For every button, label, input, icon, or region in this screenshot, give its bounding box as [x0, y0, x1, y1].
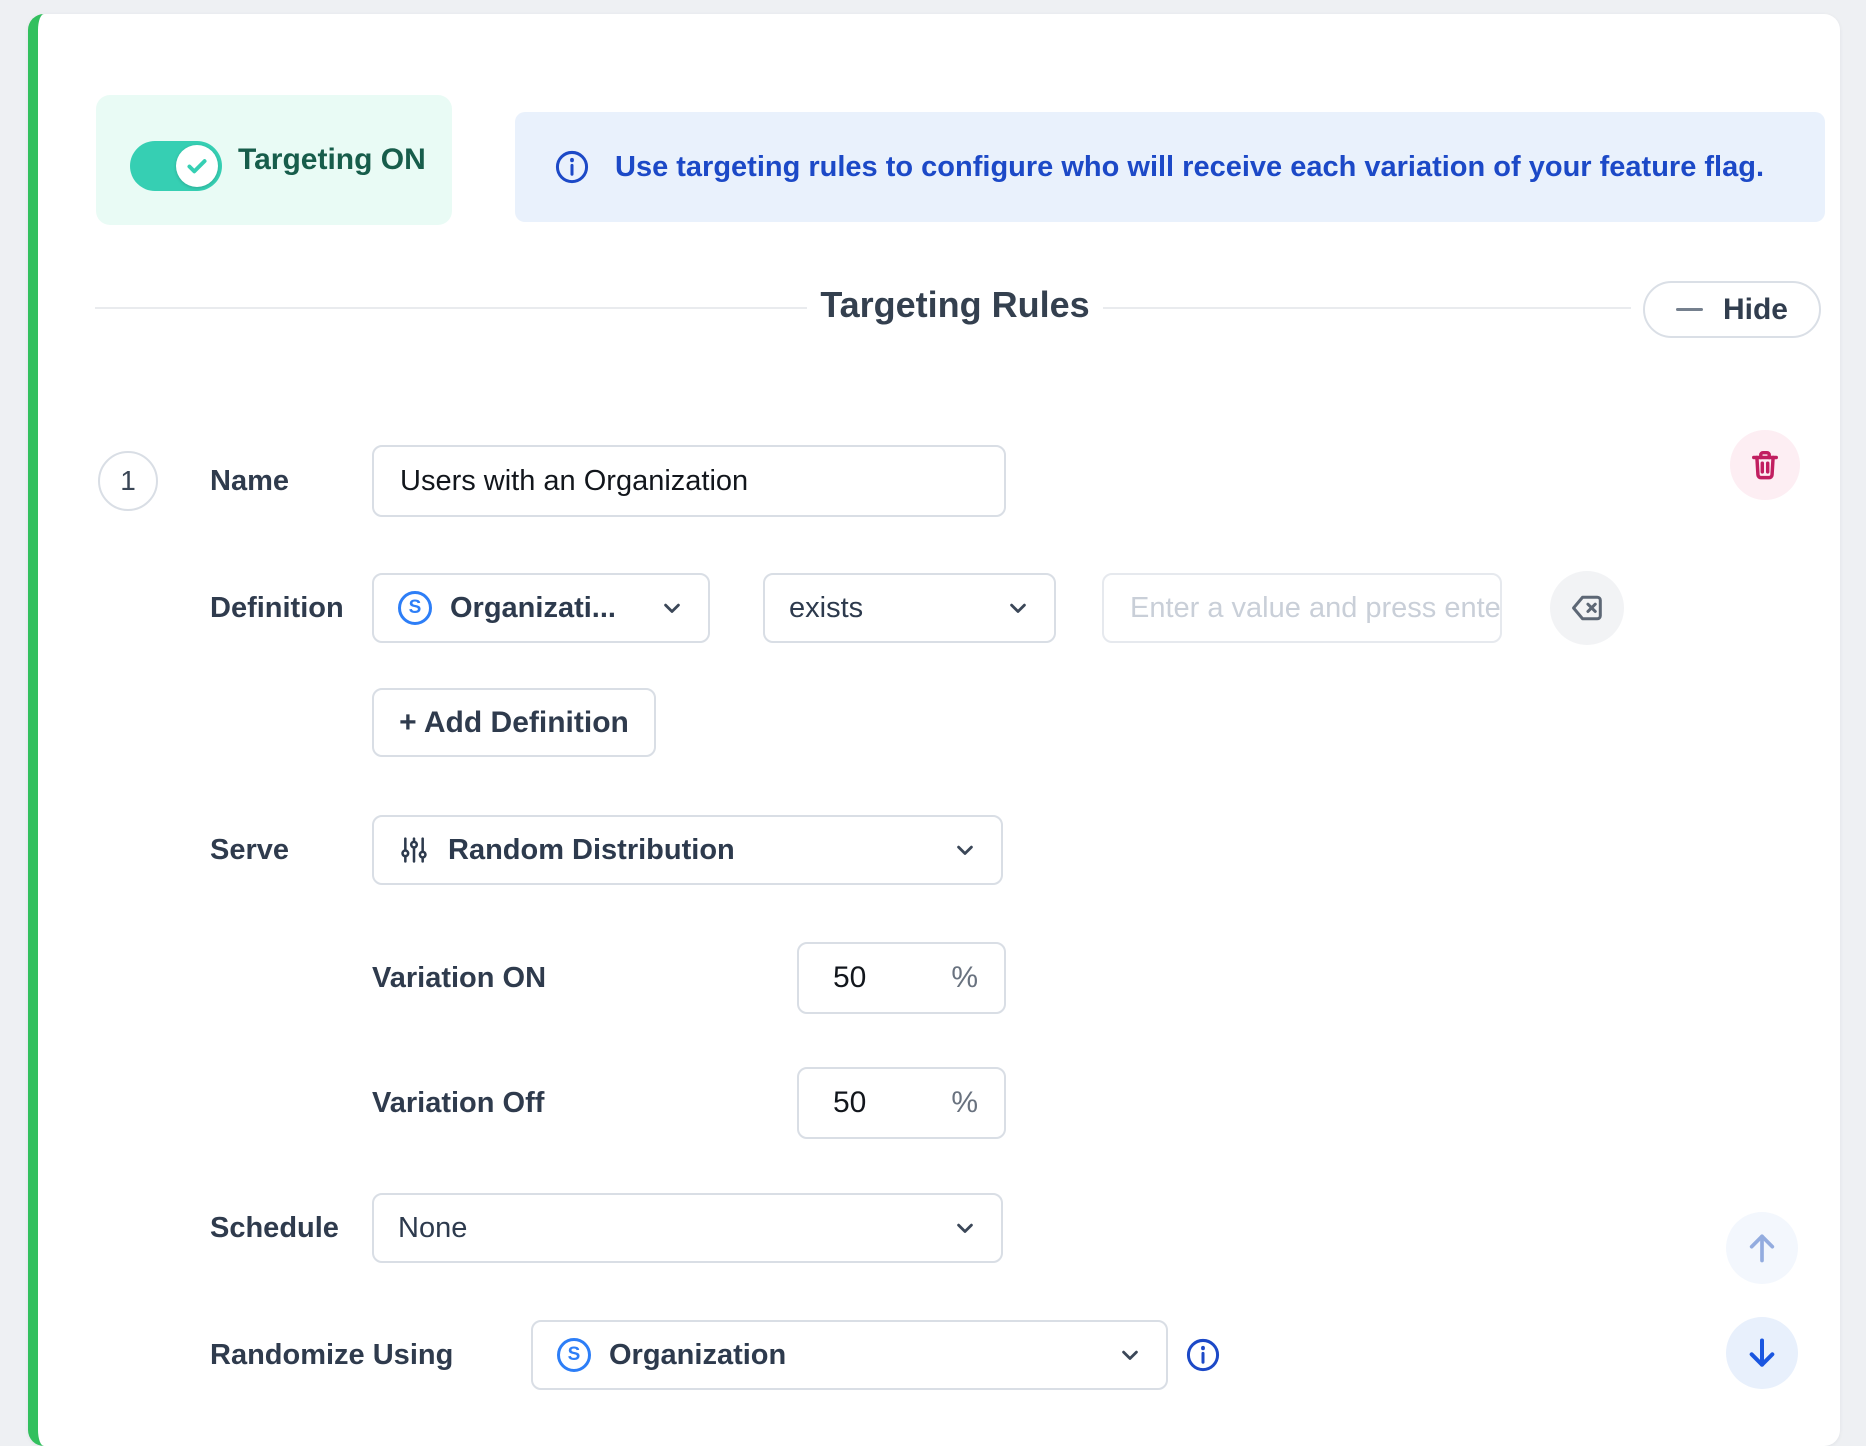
divider-left — [95, 307, 807, 309]
attribute-s-badge-icon: S — [557, 1338, 591, 1372]
definition-operator-dropdown[interactable]: exists — [763, 573, 1056, 643]
definition-value-input[interactable] — [1102, 573, 1502, 643]
banner-text: Use targeting rules to configure who wil… — [615, 151, 1764, 184]
serve-dropdown[interactable]: Random Distribution — [372, 815, 1003, 885]
arrow-up-icon — [1742, 1228, 1782, 1268]
section-title: Targeting Rules — [805, 284, 1105, 326]
hide-button[interactable]: Hide — [1643, 281, 1821, 338]
randomize-using-label: Randomize Using — [210, 1320, 453, 1390]
move-rule-down-button[interactable] — [1726, 1317, 1798, 1389]
definition-attribute-value: Organizati... — [450, 592, 616, 625]
targeting-status-label: Targeting ON — [238, 95, 426, 225]
targeting-panel: Targeting ON Use targeting rules to conf… — [28, 14, 1840, 1446]
delete-rule-button[interactable] — [1730, 430, 1800, 500]
schedule-dropdown[interactable]: None — [372, 1193, 1003, 1263]
chevron-down-icon — [658, 594, 686, 622]
randomize-using-dropdown[interactable]: S Organization — [531, 1320, 1168, 1390]
rule-number-badge: 1 — [98, 451, 158, 511]
definition-operator-value: exists — [789, 592, 863, 625]
targeting-toggle[interactable] — [130, 141, 222, 191]
schedule-value: None — [398, 1212, 467, 1245]
definition-attribute-dropdown[interactable]: S Organizati... — [372, 573, 710, 643]
hide-button-label: Hide — [1723, 293, 1788, 327]
chevron-down-icon — [1116, 1341, 1144, 1369]
variation-on-value: 50 — [833, 961, 866, 995]
variation-off-input[interactable]: 50 % — [797, 1067, 1006, 1139]
arrow-down-icon — [1742, 1333, 1782, 1373]
variation-off-label: Variation Off — [372, 1068, 544, 1138]
randomize-info-icon[interactable] — [1184, 1336, 1222, 1374]
variation-on-input[interactable]: 50 % — [797, 942, 1006, 1014]
serve-label: Serve — [210, 815, 289, 885]
randomize-using-value: Organization — [609, 1339, 786, 1372]
divider-right — [1103, 307, 1631, 309]
sliders-icon — [398, 834, 430, 866]
move-rule-up-button[interactable] — [1726, 1212, 1798, 1284]
targeting-toggle-card: Targeting ON — [96, 95, 452, 225]
percent-sign: % — [951, 1086, 978, 1120]
info-banner: Use targeting rules to configure who wil… — [515, 112, 1825, 222]
minus-icon — [1676, 308, 1703, 311]
clear-definition-button[interactable] — [1550, 571, 1624, 645]
rule-name-input[interactable] — [372, 445, 1006, 517]
attribute-s-badge-icon: S — [398, 591, 432, 625]
chevron-down-icon — [951, 836, 979, 864]
percent-sign: % — [951, 961, 978, 995]
trash-icon — [1747, 447, 1783, 483]
definition-label: Definition — [210, 573, 344, 643]
name-label: Name — [210, 446, 289, 516]
chevron-down-icon — [951, 1214, 979, 1242]
variation-on-label: Variation ON — [372, 943, 546, 1013]
toggle-check-icon — [176, 145, 218, 187]
serve-value: Random Distribution — [448, 834, 735, 867]
variation-off-value: 50 — [833, 1086, 866, 1120]
info-icon — [553, 148, 591, 186]
backspace-icon — [1568, 589, 1606, 627]
chevron-down-icon — [1004, 594, 1032, 622]
add-definition-button[interactable]: + Add Definition — [372, 688, 656, 757]
schedule-label: Schedule — [210, 1193, 339, 1263]
